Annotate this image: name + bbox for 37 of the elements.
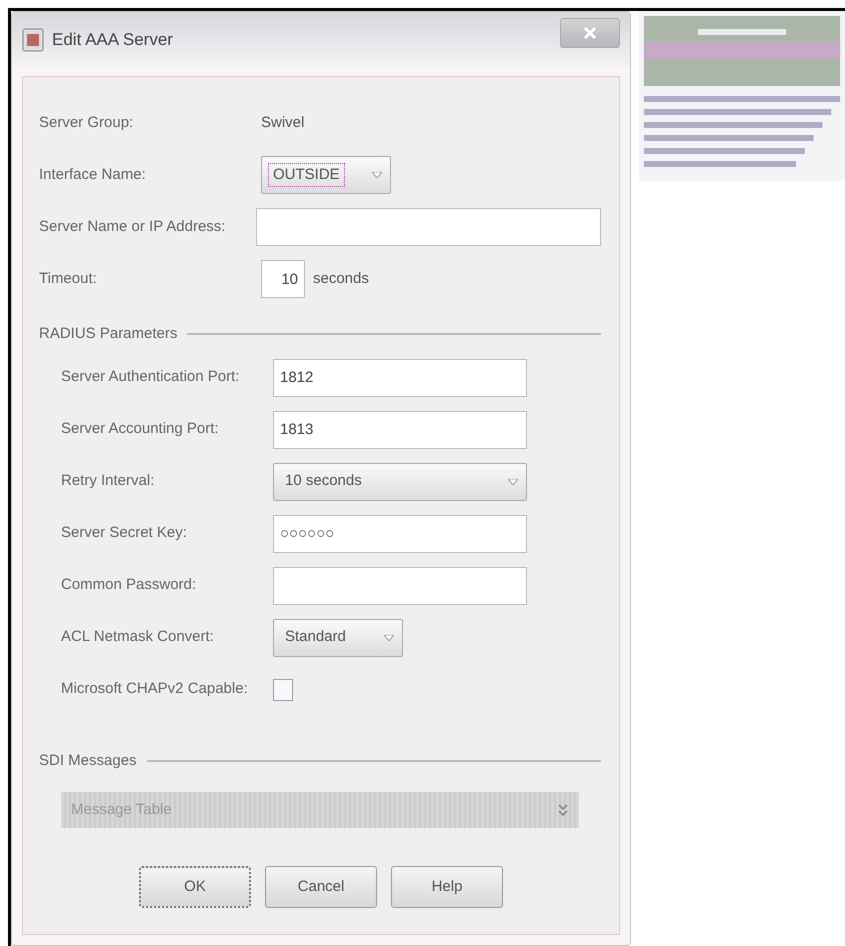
field-label: Interface Name: (39, 164, 147, 185)
message-table-panel: Message Table (61, 792, 579, 828)
field-value: Swivel (261, 112, 304, 133)
input-field[interactable] (273, 566, 527, 604)
close-button[interactable] (560, 18, 620, 48)
field-label: Server Name or IP Address: (39, 216, 226, 237)
caret-icon (372, 172, 382, 178)
input-field[interactable]: 10 (261, 260, 305, 298)
input-field[interactable]: 1813 (273, 410, 527, 448)
dropdown[interactable]: OUTSIDE (261, 156, 391, 194)
section-title: SDI Messages (39, 750, 137, 770)
field-label: Microsoft CHAPv2 Capable: (61, 679, 249, 700)
field-label: Retry Interval: (61, 471, 156, 492)
field-label: Server Accounting Port: (61, 419, 220, 440)
section-title: RADIUS Parameters (39, 324, 178, 344)
expand-icon (557, 803, 569, 817)
dialog-button[interactable]: OK (139, 866, 251, 908)
dialog-button[interactable]: Help (391, 866, 503, 908)
unit-label: seconds (313, 268, 369, 289)
dialog-button[interactable]: Cancel (265, 866, 377, 908)
field-label: ACL Netmask Convert: (61, 627, 215, 648)
caret-icon (508, 478, 518, 484)
input-field[interactable]: ○○○○○○ (273, 514, 527, 552)
close-icon (583, 26, 597, 40)
input-field[interactable] (256, 208, 601, 246)
app-icon (22, 27, 44, 53)
field-label: Server Group: (39, 112, 134, 133)
dropdown[interactable]: Standard (273, 618, 403, 656)
field-label: Server Authentication Port: (61, 367, 240, 388)
checkbox[interactable] (273, 678, 293, 700)
window-title: Edit AAA Server (52, 29, 174, 52)
field-label: Timeout: (39, 268, 98, 289)
input-field[interactable]: 1812 (273, 358, 527, 396)
caret-icon (384, 634, 394, 640)
dropdown[interactable]: 10 seconds (273, 462, 527, 500)
field-label: Server Secret Key: (61, 523, 188, 544)
field-label: Common Password: (61, 575, 198, 596)
